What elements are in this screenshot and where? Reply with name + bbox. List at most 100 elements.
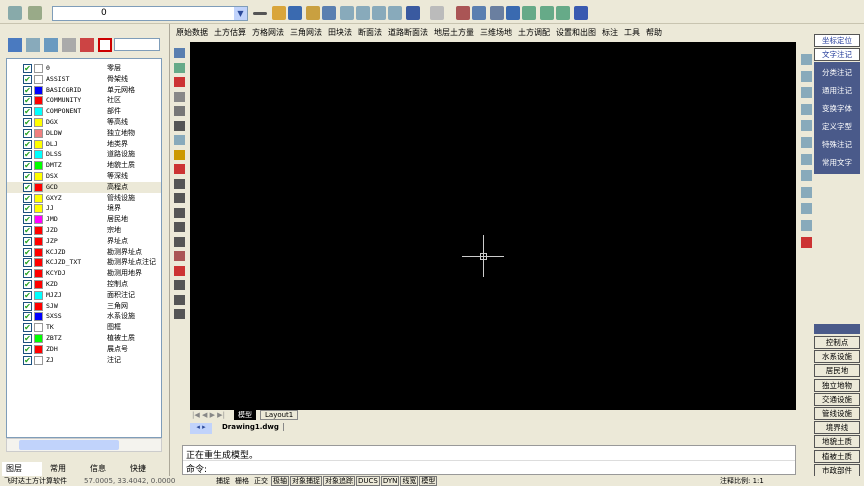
tool-icon[interactable] <box>801 137 812 148</box>
layer-color-swatch[interactable] <box>34 74 43 84</box>
layer-row[interactable]: ✔ COMPONENT 部件 <box>7 106 161 117</box>
layer-color-swatch[interactable] <box>34 64 43 73</box>
tool-icon[interactable] <box>801 103 812 115</box>
layer-row[interactable]: ✔ DLDW 独立地物 <box>7 128 161 139</box>
layer-color-swatch[interactable] <box>34 182 43 192</box>
status-toggle[interactable]: 捕捉 <box>214 476 232 486</box>
tab-layout1[interactable]: Layout1 <box>260 410 299 420</box>
layer-color-swatch[interactable] <box>34 193 43 203</box>
right-top-button[interactable]: 文字注记 <box>814 48 860 61</box>
layer-visible-checkbox[interactable]: ✔ <box>23 215 32 225</box>
layer-visible-checkbox[interactable]: ✔ <box>23 258 32 268</box>
feature-category-button[interactable]: 植被土质 <box>814 449 860 463</box>
layer-visible-checkbox[interactable]: ✔ <box>23 280 32 289</box>
layer-visible-checkbox[interactable]: ✔ <box>23 247 32 257</box>
feature-category-button[interactable]: 水系设施 <box>814 350 860 364</box>
layer-row[interactable]: ✔ JJ 境界 <box>7 203 161 214</box>
draw-tool-icon[interactable] <box>174 193 185 203</box>
feature-category-button[interactable]: 境界线 <box>814 421 860 435</box>
draw-tool-icon[interactable] <box>174 62 185 73</box>
feature-category-button[interactable]: 管线设施 <box>814 407 860 420</box>
layer-row[interactable]: ✔ KCJZD_TXT 勘测界址点注记 <box>7 257 161 268</box>
feature-category-button[interactable]: 地貌土质 <box>814 435 860 449</box>
layer-visible-checkbox[interactable]: ✔ <box>23 193 32 203</box>
feature-category-button[interactable]: 控制点 <box>814 336 860 349</box>
delete-layer-icon[interactable] <box>80 38 94 52</box>
layer-row[interactable]: ✔ SJW 三角网 <box>7 301 161 312</box>
layer-row[interactable]: ✔ DLSS 道路设施 <box>7 149 161 160</box>
layer-row[interactable]: ✔ JMD 居民地 <box>7 214 161 225</box>
layer-color-swatch[interactable] <box>34 215 43 225</box>
layer-color-swatch[interactable] <box>34 128 43 138</box>
tool-icon[interactable] <box>801 170 812 182</box>
menu-item[interactable]: 原始数据 <box>176 25 208 41</box>
layer-visible-checkbox[interactable]: ✔ <box>23 269 32 279</box>
feature-category-button[interactable]: 居民地 <box>814 364 860 378</box>
draw-tool-icon[interactable] <box>174 164 185 174</box>
layer-visible-checkbox[interactable]: ✔ <box>23 96 32 106</box>
horizontal-scrollbar[interactable] <box>6 438 162 452</box>
tool-icon[interactable] <box>801 54 812 65</box>
tool-icon[interactable] <box>801 236 812 248</box>
draw-tool-icon[interactable] <box>174 222 185 232</box>
menu-item[interactable]: 帮助 <box>646 25 662 41</box>
drawing-canvas[interactable] <box>190 42 796 410</box>
layer-color-swatch[interactable] <box>34 204 43 214</box>
layer-color-swatch[interactable] <box>34 96 43 106</box>
layer-color-swatch[interactable] <box>34 280 43 289</box>
layer-visible-checkbox[interactable]: ✔ <box>23 85 32 95</box>
draw-tool-icon[interactable] <box>174 120 185 131</box>
tab-nav-arrows[interactable]: |◀ ◀ ▶ ▶| <box>192 411 225 419</box>
draw-tool-icon[interactable] <box>174 77 185 87</box>
layer-visible-checkbox[interactable]: ✔ <box>23 204 32 214</box>
menu-item[interactable]: 地层土方量 <box>434 25 474 41</box>
draw-tool-icon[interactable] <box>174 309 185 319</box>
tool-icon[interactable] <box>801 220 812 231</box>
layer-row[interactable]: ✔ JZD 宗地 <box>7 225 161 236</box>
draw-tool-icon[interactable] <box>174 280 185 290</box>
tab-shortcut[interactable]: 快捷 <box>126 462 152 476</box>
text-tool-button[interactable]: 分类注记 <box>814 67 860 80</box>
layer-row[interactable]: ✔ KCJZD 勘测界址点 <box>7 247 161 258</box>
layer-visible-checkbox[interactable]: ✔ <box>23 355 32 365</box>
feature-category-button[interactable]: 交通设施 <box>814 392 860 406</box>
feature-category-button[interactable]: 独立地物 <box>814 378 860 392</box>
layer-row[interactable]: ✔ ASSIST 骨架线 <box>7 74 161 85</box>
layer-row[interactable]: ✔ DSX 等深线 <box>7 171 161 182</box>
menu-item[interactable]: 三角网法 <box>290 25 322 41</box>
layer-visible-checkbox[interactable]: ✔ <box>23 334 32 343</box>
layer-row[interactable]: ✔ SXSS 水系设施 <box>7 311 161 322</box>
tool-icon[interactable] <box>801 87 812 99</box>
text-tool-button[interactable]: 特殊注记 <box>814 139 860 152</box>
right-top-button[interactable]: 坐标定位 <box>814 34 860 47</box>
layer-visible-checkbox[interactable]: ✔ <box>23 301 32 311</box>
chevron-down-icon[interactable]: ▼ <box>234 7 247 20</box>
layer-visible-checkbox[interactable]: ✔ <box>23 323 32 333</box>
layer-visible-checkbox[interactable]: ✔ <box>23 139 32 149</box>
status-toggle[interactable]: DYN <box>380 476 400 486</box>
tab-info[interactable]: 信息 <box>86 462 124 476</box>
menu-item[interactable]: 土方调配 <box>518 25 550 41</box>
layer-color-swatch[interactable] <box>34 258 43 268</box>
layer-filter-icon[interactable] <box>26 38 40 52</box>
tab-common[interactable]: 常用 <box>46 462 84 476</box>
menu-item[interactable]: 断面法 <box>358 25 382 41</box>
layer-row[interactable]: ✔ DGX 等高线 <box>7 117 161 128</box>
layer-row[interactable]: ✔ BASICGRID 单元网格 <box>7 85 161 96</box>
layer-color-swatch[interactable] <box>34 236 43 246</box>
layer-row[interactable]: ✔ ZJ 注记 <box>7 355 161 366</box>
layer-color-swatch[interactable] <box>34 226 43 235</box>
layer-visible-checkbox[interactable]: ✔ <box>23 74 32 84</box>
menu-item[interactable]: 设置和出图 <box>556 25 596 41</box>
menu-item[interactable]: 道路断面法 <box>388 25 428 41</box>
layer-color-swatch[interactable] <box>34 355 43 365</box>
text-tool-button[interactable]: 通用注记 <box>814 85 860 98</box>
tool-icon[interactable] <box>801 186 812 198</box>
draw-tool-icon[interactable] <box>174 207 185 218</box>
layer-dropdown[interactable]: 0 ▼ <box>52 6 248 21</box>
layer-color-swatch[interactable] <box>34 150 43 160</box>
layer-color-swatch[interactable] <box>34 118 43 127</box>
layer-row[interactable]: ✔ DMTZ 地貌土质 <box>7 160 161 171</box>
draw-tool-icon[interactable] <box>174 178 185 189</box>
text-tool-button[interactable]: 常用文字 <box>814 157 860 170</box>
